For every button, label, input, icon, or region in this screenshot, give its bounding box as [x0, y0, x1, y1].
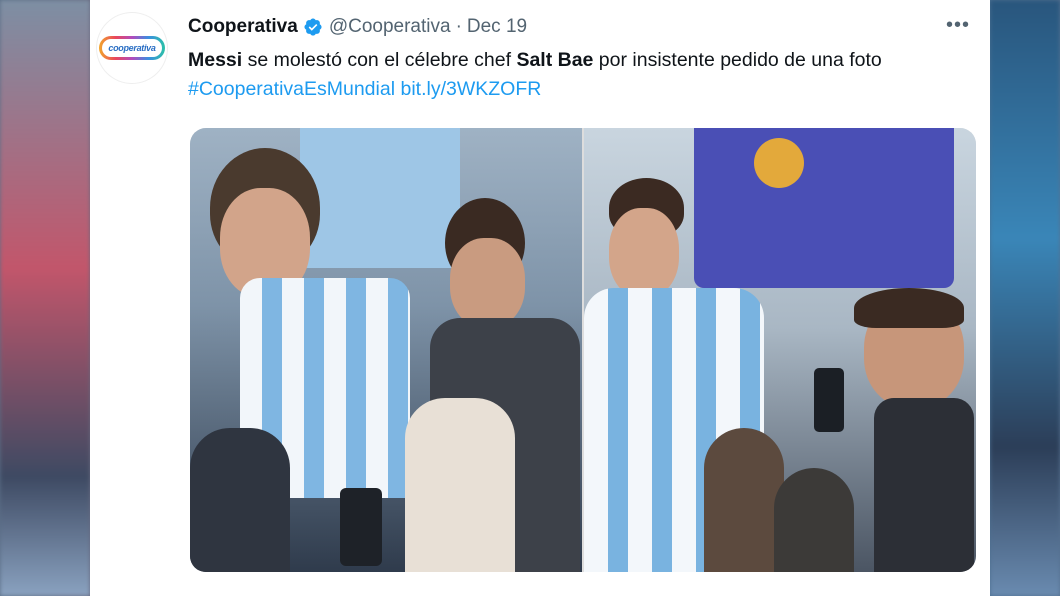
media-photo-2[interactable]: [584, 128, 976, 572]
media-photo-1[interactable]: [190, 128, 582, 572]
url-link[interactable]: bit.ly/3WKZOFR: [400, 78, 541, 100]
photo-figure: [754, 138, 804, 188]
tweet-card: cooperativa Cooperativa @Cooperativa · D…: [90, 0, 990, 596]
tweet-text-segment-1: se molestó con el célebre chef: [242, 49, 517, 71]
more-options-icon[interactable]: •••: [946, 14, 970, 37]
photo-figure: [340, 488, 382, 566]
header-separator: ·: [455, 16, 462, 37]
mention-messi: Messi: [188, 49, 243, 71]
photo-figure: [300, 128, 460, 268]
photo-figure: [694, 128, 954, 288]
tweet-text: Messi se molestó con el célebre chef Sal…: [188, 46, 978, 104]
logo-text: cooperativa: [102, 39, 162, 57]
tweet-media: [190, 128, 976, 572]
background-left-blur: [0, 0, 90, 596]
tweet-header: Cooperativa @Cooperativa · Dec 19: [188, 14, 527, 40]
hashtag-link[interactable]: #CooperativaEsMundial: [188, 78, 395, 100]
photo-figure: [874, 398, 974, 572]
photo-figure: [854, 288, 964, 328]
author-handle[interactable]: @Cooperativa: [329, 16, 451, 38]
mention-salt-bae: Salt Bae: [516, 49, 594, 71]
background-right-blur: [990, 0, 1060, 596]
cooperativa-logo: cooperativa: [99, 36, 165, 60]
photo-figure: [450, 238, 525, 328]
photo-figure: [405, 398, 515, 572]
verified-badge-icon: [304, 18, 322, 36]
photo-figure: [704, 428, 784, 572]
author-name[interactable]: Cooperativa: [188, 16, 298, 38]
tweet-text-segment-2: por insistente pedido de una foto: [593, 49, 882, 71]
photo-figure: [609, 208, 679, 298]
photo-figure: [774, 468, 854, 572]
tweet-date[interactable]: Dec 19: [467, 16, 527, 38]
avatar[interactable]: cooperativa: [96, 12, 168, 84]
photo-figure: [814, 368, 844, 432]
photo-figure: [190, 428, 290, 572]
